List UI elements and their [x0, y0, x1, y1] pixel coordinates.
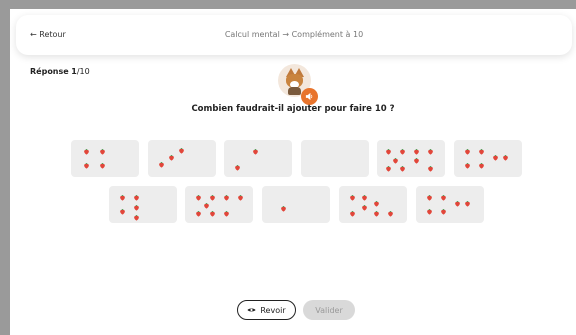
review-label: Revoir [260, 305, 286, 315]
answer-card[interactable] [262, 186, 330, 223]
answer-card[interactable] [148, 140, 216, 177]
answer-card[interactable] [301, 140, 369, 177]
answer-card[interactable] [377, 140, 445, 177]
answer-card[interactable] [416, 186, 484, 223]
validate-button[interactable]: Valider [303, 300, 355, 320]
answer-counter: Réponse 1/10 [30, 67, 90, 76]
answer-card[interactable] [71, 140, 139, 177]
validate-label: Valider [315, 305, 343, 315]
app-frame: ← Retour Calcul mental → Complément à 10… [10, 9, 576, 335]
answer-card[interactable] [454, 140, 522, 177]
answer-card[interactable] [185, 186, 253, 223]
answer-total: /10 [76, 67, 90, 76]
sound-button[interactable] [301, 88, 318, 105]
question-text: Combien faudrait-il ajouter pour faire 1… [191, 104, 395, 114]
eye-icon [247, 308, 256, 312]
fox-body [288, 87, 301, 95]
answer-card[interactable] [339, 186, 407, 223]
answer-card[interactable] [109, 186, 177, 223]
answer-label: Réponse [30, 67, 69, 76]
review-button[interactable]: Revoir [237, 300, 296, 320]
top-bar: ← Retour Calcul mental → Complément à 10 [16, 15, 572, 55]
speaker-icon [305, 92, 313, 101]
answer-card[interactable] [224, 140, 292, 177]
breadcrumb: Calcul mental → Complément à 10 [224, 30, 364, 39]
